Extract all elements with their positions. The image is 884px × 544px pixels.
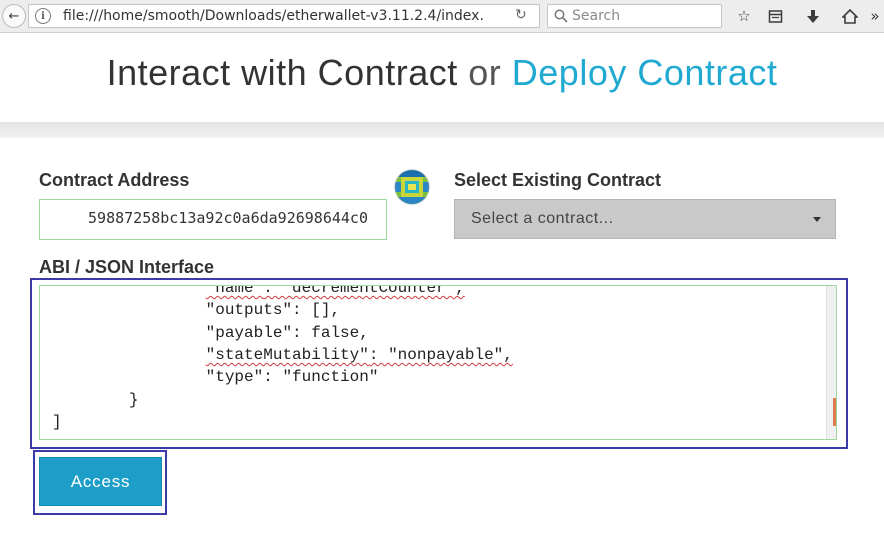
address-identicon-icon bbox=[395, 170, 429, 204]
home-icon[interactable] bbox=[838, 4, 862, 28]
abi-code-key: "stateMutability" bbox=[205, 345, 369, 364]
abi-code-key: } bbox=[128, 390, 139, 409]
abi-code-key: "payable" bbox=[205, 323, 293, 342]
abi-textarea[interactable]: "name": "decrementCounter", "outputs": [… bbox=[39, 285, 837, 440]
search-placeholder: Search bbox=[572, 8, 621, 24]
info-icon[interactable]: i bbox=[35, 8, 51, 24]
contract-select-value: Select a contract... bbox=[471, 210, 614, 227]
deploy-contract-link[interactable]: Deploy Contract bbox=[512, 52, 778, 93]
browser-toolbar: ← i file:///home/smooth/Downloads/etherw… bbox=[0, 0, 884, 33]
abi-code-line: "stateMutability": "nonpayable", bbox=[52, 346, 513, 364]
abi-code-value: : "nonpayable", bbox=[368, 345, 513, 364]
caret-down-icon bbox=[813, 217, 821, 222]
bookmark-star-icon[interactable]: ☆ bbox=[732, 4, 756, 28]
abi-code-value: : [], bbox=[292, 301, 341, 320]
library-icon[interactable] bbox=[763, 4, 787, 28]
download-icon[interactable] bbox=[801, 4, 825, 28]
abi-label: ABI / JSON Interface bbox=[39, 257, 215, 277]
abi-code-line: "name": "decrementCounter", bbox=[52, 285, 465, 297]
title-or: or bbox=[468, 52, 502, 93]
overflow-icon[interactable]: » bbox=[866, 4, 884, 28]
url-text[interactable]: file:///home/smooth/Downloads/etherwalle… bbox=[63, 8, 484, 24]
abi-code-key: "outputs" bbox=[205, 301, 293, 320]
abi-code-key: "name" bbox=[205, 285, 264, 297]
contract-address-label: Contract Address bbox=[39, 170, 190, 190]
access-button[interactable]: Access bbox=[39, 457, 162, 506]
contract-select-dropdown[interactable]: Select a contract... bbox=[454, 199, 836, 239]
search-bar[interactable]: Search bbox=[547, 4, 722, 28]
abi-code-line: "outputs": [], bbox=[52, 301, 340, 319]
abi-code-line: "payable": false, bbox=[52, 324, 369, 342]
abi-scrollbar-thumb[interactable] bbox=[833, 398, 836, 426]
back-arrow-icon[interactable]: ← bbox=[2, 4, 26, 28]
abi-scrollbar[interactable] bbox=[826, 286, 836, 439]
page-title: Interact with Contract or Deploy Contrac… bbox=[0, 52, 884, 94]
abi-code-value: : "decrementCounter", bbox=[263, 285, 465, 297]
contract-address-value[interactable]: 59887258bc13a92c0a6da92698644c0 bbox=[88, 209, 368, 227]
abi-code-key: "type" bbox=[205, 368, 264, 387]
abi-code-value: : false, bbox=[292, 323, 369, 342]
abi-code-line: "type": "function" bbox=[52, 368, 379, 387]
select-contract-label: Select Existing Contract bbox=[454, 170, 662, 190]
section-divider bbox=[0, 122, 884, 138]
reload-icon[interactable]: ↻ bbox=[515, 7, 527, 23]
abi-code-value: : "function" bbox=[263, 368, 379, 387]
abi-code-key: ] bbox=[52, 412, 62, 431]
search-icon bbox=[554, 9, 568, 23]
url-bar[interactable]: i file:///home/smooth/Downloads/etherwal… bbox=[28, 4, 540, 28]
contract-address-input[interactable]: 59887258bc13a92c0a6da92698644c0 bbox=[39, 199, 387, 240]
title-interact: Interact with Contract bbox=[106, 52, 458, 93]
abi-code-line: } bbox=[52, 390, 139, 409]
abi-code-line: ] bbox=[52, 413, 62, 431]
